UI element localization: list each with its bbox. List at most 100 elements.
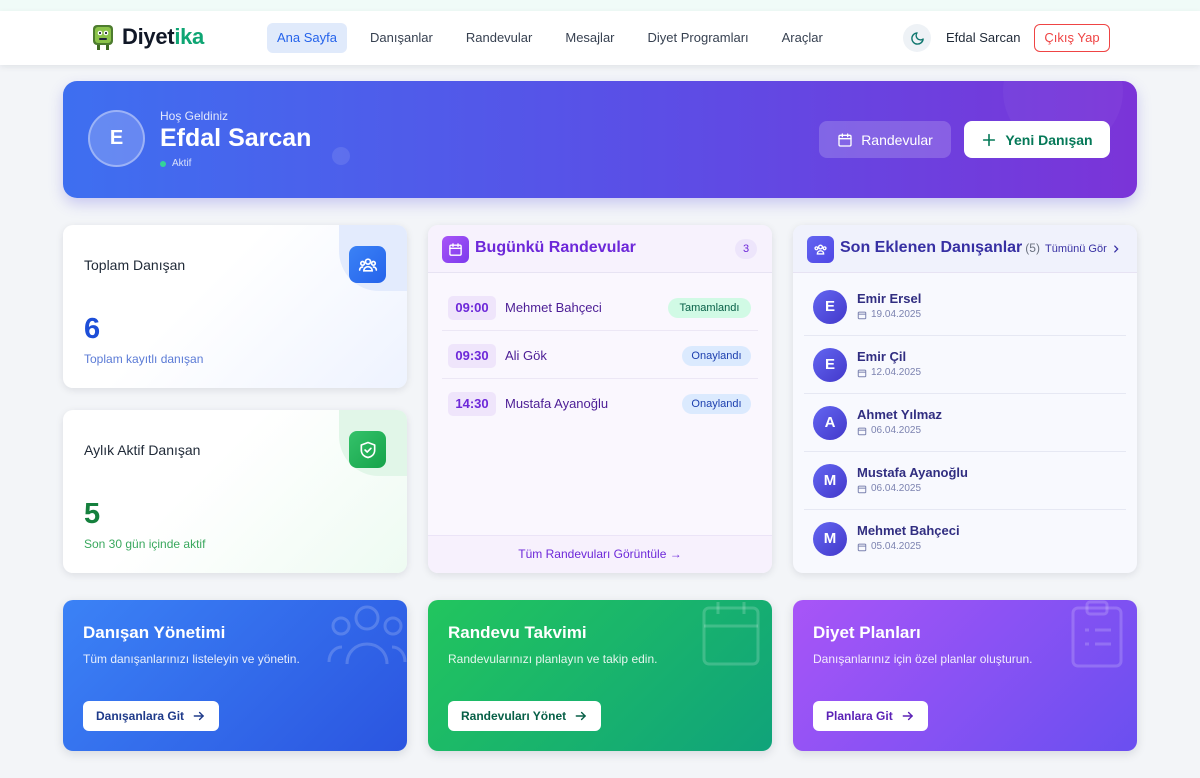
client-avatar: M — [813, 464, 847, 498]
welcome-banner: E Hoş Geldiniz Efdal Sarcan Aktif Randev… — [63, 81, 1137, 198]
client-avatar: A — [813, 406, 847, 440]
users-icon — [807, 236, 834, 263]
users-icon — [327, 605, 407, 665]
appointments-button[interactable]: Randevular — [819, 121, 951, 158]
arrow-right-icon — [575, 711, 587, 721]
top-strip — [0, 0, 1200, 11]
panel-title: Bugünkü Randevular — [475, 239, 636, 256]
user-name: Efdal Sarcan — [946, 30, 1021, 45]
go-to-clients-button[interactable]: Danışanlara Git — [83, 701, 220, 731]
calendar-icon — [857, 427, 867, 435]
client-management-card: Danışan Yönetimi Tüm danışanlarınızı lis… — [63, 600, 407, 751]
welcome-label: Hoş Geldiniz — [160, 109, 229, 123]
client-row[interactable]: E Emir Ersel 19.04.2025 — [804, 278, 1126, 336]
client-name: Mustafa Ayanoğlu — [857, 465, 968, 480]
calendar-icon — [857, 543, 867, 551]
status-label: Aktif — [172, 158, 192, 169]
new-client-button-label: Yeni Danışan — [1005, 131, 1093, 148]
calendar-icon — [857, 485, 867, 493]
moon-icon — [910, 31, 924, 45]
card-title: Randevu Takvimi — [448, 623, 587, 642]
hero-user-name: Efdal Sarcan — [160, 124, 312, 152]
plus-icon — [983, 133, 996, 146]
stat-title: Aylık Aktif Danışan — [84, 442, 201, 458]
go-to-plans-button[interactable]: Planlara Git — [813, 701, 928, 731]
nav-item-appointments[interactable]: Randevular — [456, 23, 543, 53]
stat-value: 5 — [84, 498, 101, 530]
button-label: Danışanlara Git — [96, 709, 185, 723]
client-date: 12.04.2025 — [857, 367, 921, 378]
appointment-row[interactable]: 14:30 Mustafa Ayanoğlu Onaylandı — [442, 379, 758, 427]
arrow-right-icon — [902, 711, 913, 721]
client-row[interactable]: M Mehmet Bahçeci 05.04.2025 — [804, 510, 1126, 568]
user-avatar: E — [88, 110, 145, 167]
client-avatar: E — [813, 348, 847, 382]
logo[interactable]: Diyetika — [90, 23, 204, 51]
nav-item-messages[interactable]: Mesajlar — [555, 23, 624, 53]
nav-item-diet-programs[interactable]: Diyet Programları — [638, 23, 759, 53]
client-row[interactable]: E Emir Çil 12.04.2025 — [804, 336, 1126, 394]
theme-toggle-button[interactable] — [903, 24, 931, 52]
panel-header: Bugünkü Randevular 3 — [428, 225, 772, 273]
new-client-button[interactable]: Yeni Danışan — [964, 121, 1110, 158]
status-dot-icon — [160, 160, 166, 167]
client-date: 06.04.2025 — [857, 483, 921, 494]
client-count: (5) — [1025, 241, 1040, 255]
card-title: Diyet Planları — [813, 623, 921, 642]
diet-plans-card: Diyet Planları Danışanlarınız için özel … — [793, 600, 1137, 751]
client-date: 19.04.2025 — [857, 309, 921, 320]
status-indicator: Aktif — [160, 158, 191, 169]
client-date: 05.04.2025 — [857, 541, 921, 552]
calendar-icon — [442, 236, 469, 263]
client-avatar: E — [813, 290, 847, 324]
logout-button[interactable]: Çıkış Yap — [1034, 24, 1110, 52]
nav-item-tools[interactable]: Araçlar — [772, 23, 833, 53]
appointment-client: Mustafa Ayanoğlu — [505, 396, 609, 411]
stat-subtitle: Toplam kayıtlı danışan — [84, 352, 204, 366]
calendar-icon — [702, 602, 760, 666]
appointment-client: Ali Gök — [505, 348, 547, 363]
appointment-client: Mehmet Bahçeci — [505, 300, 602, 315]
client-name: Emir Ersel — [857, 291, 922, 306]
client-name: Emir Çil — [857, 349, 907, 364]
appointment-row[interactable]: 09:00 Mehmet Bahçeci Tamamlandı — [442, 283, 758, 331]
appointment-time: 09:30 — [448, 344, 496, 368]
status-badge: Onaylandı — [682, 346, 751, 366]
client-row[interactable]: A Ahmet Yılmaz 06.04.2025 — [804, 394, 1126, 452]
stat-value: 6 — [84, 313, 101, 345]
manage-appointments-button[interactable]: Randevuları Yönet — [448, 701, 602, 731]
appointment-time: 09:00 — [448, 296, 496, 320]
shield-check-icon — [349, 431, 386, 468]
arrow-right-icon — [193, 711, 205, 721]
chevron-right-icon — [1113, 245, 1119, 253]
calendar-icon — [838, 132, 852, 147]
view-all-appointments-link[interactable]: Tüm Randevuları Görüntüle → — [428, 535, 772, 573]
recent-clients-panel: Son Eklenen Danışanlar (5) Tümünü Gör E E… — [793, 225, 1137, 573]
stat-title: Toplam Danışan — [84, 257, 186, 273]
nav-item-clients[interactable]: Danışanlar — [360, 23, 443, 53]
logo-icon — [93, 25, 113, 50]
client-avatar: M — [813, 522, 847, 556]
card-title: Danışan Yönetimi — [83, 623, 226, 642]
navbar: Diyetika Ana Sayfa Danışanlar Randevular… — [0, 11, 1200, 65]
view-all-label: Tümünü Gör — [1045, 243, 1107, 255]
count-badge: 3 — [735, 239, 757, 259]
appointment-row[interactable]: 09:30 Ali Gök Onaylandı — [442, 331, 758, 379]
button-label: Planlara Git — [826, 709, 893, 723]
card-description: Randevularınızı planlayın ve takip edin. — [448, 652, 658, 666]
logo-text: Diyetika — [122, 24, 204, 49]
panel-title: Son Eklenen Danışanlar (5) — [840, 239, 1040, 256]
active-clients-card: Aylık Aktif Danışan 5 Son 30 gün içinde … — [63, 410, 407, 573]
card-description: Danışanlarınız için özel planlar oluştur… — [813, 652, 1033, 666]
client-date: 06.04.2025 — [857, 425, 921, 436]
panel-header: Son Eklenen Danışanlar (5) Tümünü Gör — [793, 225, 1137, 273]
client-row[interactable]: M Mustafa Ayanoğlu 06.04.2025 — [804, 452, 1126, 510]
nav-item-home[interactable]: Ana Sayfa — [267, 23, 347, 53]
client-name: Mehmet Bahçeci — [857, 523, 960, 538]
users-icon — [349, 246, 386, 283]
main-nav: Ana Sayfa Danışanlar Randevular Mesajlar… — [267, 23, 846, 53]
status-badge: Onaylandı — [682, 394, 751, 414]
appointment-time: 14:30 — [448, 392, 496, 416]
view-all-clients-link[interactable]: Tümünü Gör — [1045, 243, 1121, 255]
todays-appointments-panel: Bugünkü Randevular 3 09:00 Mehmet Bahçec… — [428, 225, 772, 573]
